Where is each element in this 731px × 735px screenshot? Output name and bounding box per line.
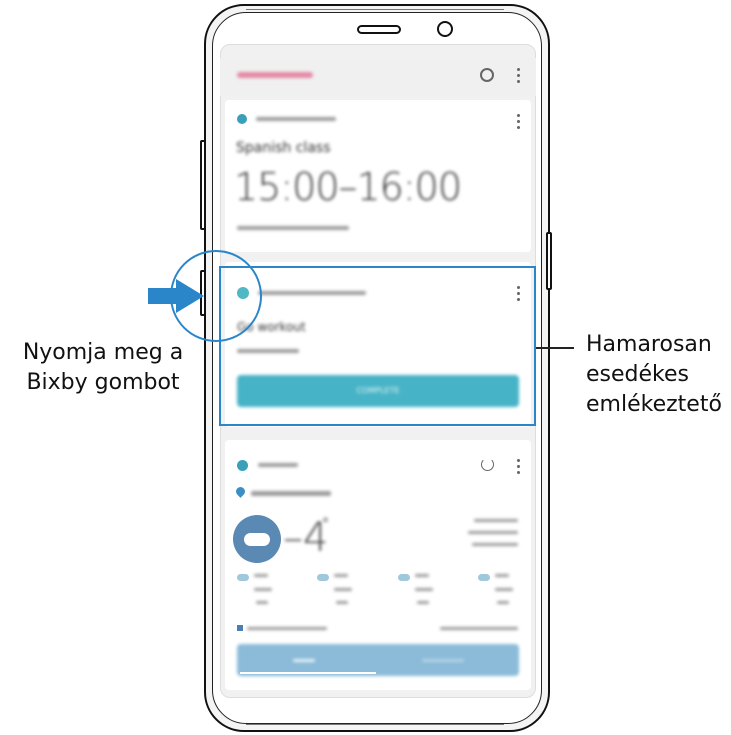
- cloud-icon: [244, 533, 270, 546]
- tab-indicator: [240, 672, 376, 674]
- location-name: [251, 491, 331, 496]
- forecast-temp: [415, 574, 429, 577]
- right-callout-line: esedékes: [586, 362, 689, 387]
- top-edge-line: [246, 9, 504, 10]
- forecast-time: [495, 588, 513, 591]
- tab-today[interactable]: [293, 659, 315, 662]
- forecast-time: [415, 588, 433, 591]
- event-time: 15:00–16:00: [234, 165, 462, 209]
- cloud-icon: [478, 574, 490, 581]
- updated-label: [440, 627, 518, 630]
- cloud-icon: [237, 574, 249, 581]
- event-details: [237, 226, 349, 230]
- left-callout-label: Nyomja meg a Bixby gombot: [8, 338, 198, 398]
- weather-detail-line: [472, 543, 518, 546]
- header-title: [237, 72, 313, 78]
- left-callout-line: Bixby gombot: [26, 370, 180, 395]
- earpiece-speaker: [357, 25, 401, 34]
- weather-detail-line: [468, 531, 518, 534]
- cloud-icon: [398, 574, 410, 581]
- degree-symbol: °: [322, 516, 329, 532]
- bottom-edge-line: [246, 724, 504, 725]
- refresh-icon[interactable]: [481, 458, 494, 471]
- more-options-icon[interactable]: [516, 68, 520, 83]
- forecast-temp: [254, 574, 268, 577]
- right-callout-label: Hamarosan esedékes emlékeztető: [586, 330, 728, 420]
- more-options-icon[interactable]: [516, 459, 520, 474]
- left-callout-line: Nyomja meg a: [22, 340, 184, 365]
- tab-tomorrow[interactable]: [422, 659, 464, 662]
- front-camera: [437, 21, 453, 37]
- event-title: Spanish class: [236, 140, 331, 156]
- forecast-temp: [334, 574, 348, 577]
- weather-detail-line: [474, 519, 518, 522]
- right-callout-line: emlékeztető: [586, 392, 722, 417]
- arrow-right-icon: [148, 279, 204, 313]
- volume-button[interactable]: [200, 140, 206, 230]
- forecast-time: [254, 588, 272, 591]
- forecast-rain: [256, 601, 268, 604]
- callout-leader-line: [536, 347, 574, 349]
- forecast-time: [334, 588, 352, 591]
- reminder-highlight-box: [219, 266, 536, 426]
- more-options-icon[interactable]: [516, 114, 520, 129]
- forecast-rain: [417, 601, 429, 604]
- card-source-label: [258, 463, 298, 467]
- forecast-rain: [336, 601, 348, 604]
- calendar-icon: [237, 114, 247, 124]
- forecast-temp: [495, 574, 509, 577]
- weather-icon: [237, 460, 248, 471]
- forecast-rain: [497, 601, 509, 604]
- provider-label: [247, 627, 327, 630]
- card-source-label: [256, 117, 336, 121]
- cloud-icon: [317, 574, 329, 581]
- power-button[interactable]: [546, 232, 552, 290]
- provider-logo: [237, 625, 243, 631]
- settings-icon[interactable]: [480, 68, 494, 82]
- right-callout-line: Hamarosan: [586, 332, 712, 357]
